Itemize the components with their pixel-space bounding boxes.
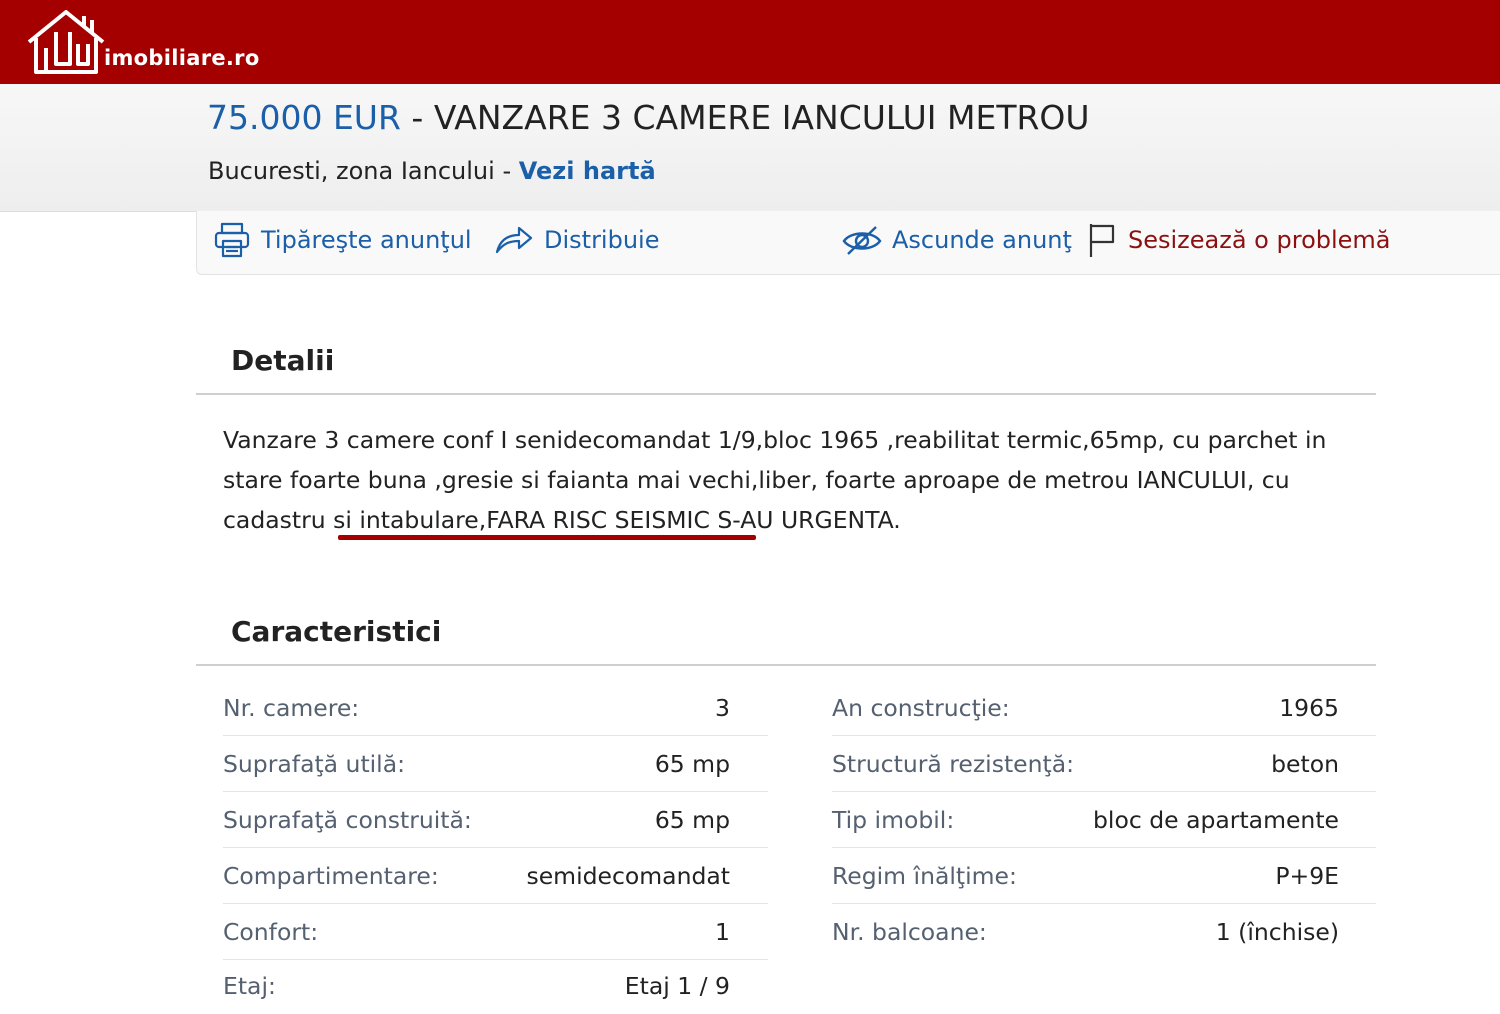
characteristic-value: 3 <box>715 693 730 722</box>
characteristic-label: Compartimentare: <box>223 861 439 890</box>
characteristic-value: semidecomandat <box>526 861 730 890</box>
characteristic-label: Tip imobil: <box>832 805 955 834</box>
characteristic-value: bloc de apartamente <box>1093 805 1339 834</box>
share-arrow-icon <box>495 226 533 254</box>
view-map-link[interactable]: Vezi hartă <box>519 157 656 185</box>
report-label: Sesizează o problemă <box>1128 226 1391 254</box>
characteristic-value: 65 mp <box>654 749 730 778</box>
hide-label: Ascunde anunţ <box>892 226 1072 254</box>
characteristics-heading: Caracteristici <box>231 615 442 648</box>
characteristic-value: 65 mp <box>654 805 730 834</box>
characteristic-value: 1965 <box>1279 693 1339 722</box>
characteristic-label: Nr. camere: <box>223 693 360 722</box>
top-bar: imobiliare.ro <box>0 0 1500 84</box>
characteristic-row: An construcţie: 1965 <box>832 680 1376 736</box>
characteristic-label: An construcţie: <box>832 693 1010 722</box>
characteristic-row: Structură rezistenţă: beton <box>832 736 1376 792</box>
characteristic-value: 1 (închise) <box>1215 918 1339 946</box>
characteristic-label: Suprafaţă utilă: <box>223 749 406 778</box>
characteristic-value: 1 <box>715 917 730 946</box>
characteristic-label: Confort: <box>223 917 319 946</box>
eye-slash-icon <box>842 226 882 255</box>
location-text: Bucuresti, zona Iancului <box>208 157 495 185</box>
listing-price: 75.000 EUR <box>207 98 401 137</box>
characteristic-label: Suprafaţă construită: <box>223 805 472 834</box>
print-listing-button[interactable]: Tipăreşte anunţul <box>213 220 472 260</box>
characteristic-value: P+9E <box>1275 861 1339 890</box>
characteristics-divider <box>196 664 1376 666</box>
printer-icon <box>214 222 250 258</box>
house-logo-icon <box>27 10 105 74</box>
listing-title: 75.000 EUR - VANZARE 3 CAMERE IANCULUI M… <box>207 98 1090 137</box>
details-heading: Detalii <box>231 344 335 377</box>
characteristic-value: beton <box>1271 749 1339 778</box>
characteristic-row: Regim înălţime: P+9E <box>832 848 1376 904</box>
characteristic-value: Etaj 1 / 9 <box>624 972 730 1000</box>
characteristic-row: Compartimentare: semidecomandat <box>223 848 768 904</box>
location-separator: - <box>502 157 512 185</box>
characteristic-label: Etaj: <box>223 972 276 1000</box>
logo-text: imobiliare.ro <box>104 46 260 70</box>
listing-location: Bucuresti, zona Iancului - Vezi hartă <box>208 157 656 185</box>
details-divider <box>196 393 1376 395</box>
characteristic-row: Tip imobil: bloc de apartamente <box>832 792 1376 848</box>
characteristic-label: Structură rezistenţă: <box>832 749 1075 778</box>
flag-icon <box>1089 224 1115 257</box>
share-label: Distribuie <box>544 226 660 254</box>
hide-listing-button[interactable]: Ascunde anunţ <box>842 220 1072 260</box>
highlight-underline <box>338 535 756 540</box>
characteristic-row: Suprafaţă construită: 65 mp <box>223 792 768 848</box>
characteristic-label: Nr. balcoane: <box>832 918 987 946</box>
report-problem-button[interactable]: Sesizează o problemă <box>1088 220 1391 260</box>
characteristic-row: Nr. balcoane: 1 (închise) <box>832 904 1376 960</box>
site-logo[interactable]: imobiliare.ro <box>26 6 260 76</box>
characteristic-row: Nr. camere: 3 <box>223 680 768 736</box>
characteristic-label: Regim înălţime: <box>832 861 1017 890</box>
characteristic-row: Etaj: Etaj 1 / 9 <box>223 958 768 1014</box>
characteristic-row: Suprafaţă utilă: 65 mp <box>223 736 768 792</box>
listing-title-text: VANZARE 3 CAMERE IANCULUI METROU <box>433 98 1090 137</box>
characteristic-row: Confort: 1 <box>223 904 768 960</box>
share-button[interactable]: Distribuie <box>494 220 659 260</box>
listing-description: Vanzare 3 camere conf I senidecomandat 1… <box>223 426 1327 534</box>
print-label: Tipăreşte anunţul <box>261 226 472 254</box>
title-separator: - <box>411 98 424 137</box>
